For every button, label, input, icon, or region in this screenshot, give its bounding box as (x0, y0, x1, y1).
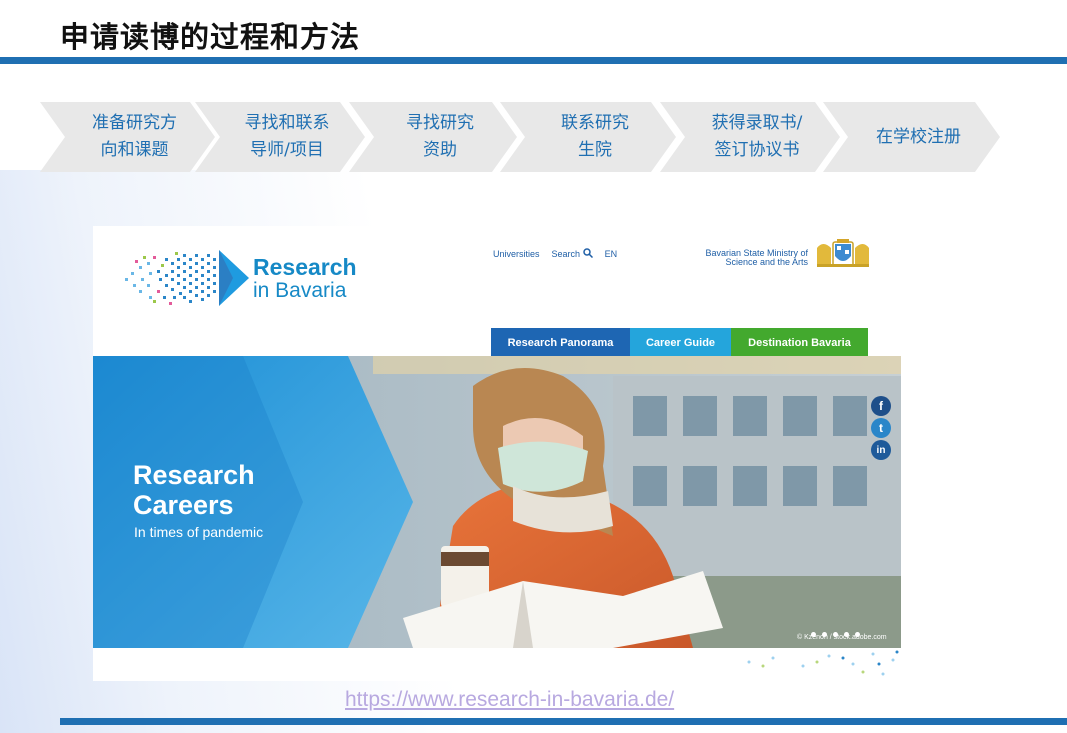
hero-subtitle: In times of pandemic (134, 524, 264, 540)
process-step-label: 准备研究方 向和课题 (92, 113, 177, 160)
nav-universities[interactable]: Universities (493, 249, 540, 259)
main-nav-tabs: Research Panorama Career Guide Destinati… (491, 328, 868, 358)
facebook-icon[interactable]: f (871, 396, 891, 416)
image-credit: © Kzenon / stock.adobe.com (797, 634, 887, 641)
process-step-2: 寻找和联系 导师/项目 (195, 102, 365, 172)
process-step-5: 获得录取书/ 签订协议书 (660, 102, 840, 172)
process-step-1: 准备研究方 向和课题 (40, 102, 215, 172)
tab-research-panorama[interactable]: Research Panorama (491, 328, 630, 358)
site-logo[interactable]: Research in Bavaria (253, 254, 357, 303)
process-step-6: 在学校注册 (823, 102, 1000, 172)
research-in-bavaria-logo-icon (125, 250, 249, 306)
hero-title-line-2: Careers (133, 490, 234, 520)
hero-title-line-1: Research (133, 460, 255, 490)
slide-title: 申请读博的过程和方法 (60, 20, 361, 54)
top-nav: Universities Search EN (493, 248, 617, 259)
social-links: f t in (871, 396, 893, 462)
process-step-label: 在学校注册 (876, 126, 961, 147)
logo-line-2: in Bavaria (253, 279, 347, 302)
process-step-label: 联系研究 生院 (561, 113, 629, 160)
ministry-line-2: Science and the Arts (725, 257, 808, 267)
decorative-dots (747, 650, 899, 676)
hero-banner[interactable]: Research Careers In times of pandemic f … (93, 356, 901, 648)
website-url-link[interactable]: https://www.research-in-bavaria.de/ (345, 688, 674, 712)
nav-language[interactable]: EN (605, 249, 618, 259)
process-step-3: 寻找研究 资助 (349, 102, 517, 172)
ministry-label[interactable]: Bavarian State Ministry of Science and t… (653, 249, 808, 267)
title-divider (0, 57, 1067, 64)
logo-line-1: Research (253, 254, 357, 280)
process-step-label: 寻找研究 资助 (406, 113, 474, 160)
twitter-icon[interactable]: t (871, 418, 891, 438)
hero-title: Research Careers (133, 460, 255, 520)
nav-search-label: Search (551, 249, 581, 259)
linkedin-icon[interactable]: in (871, 440, 891, 460)
process-step-label: 获得录取书/ 签订协议书 (711, 113, 803, 160)
bavarian-crest-icon (817, 239, 869, 267)
website-screenshot: Research in Bavaria Universities Search … (93, 226, 901, 681)
process-step-4: 联系研究 生院 (500, 102, 676, 172)
tab-career-guide[interactable]: Career Guide (630, 328, 731, 358)
tab-destination-bavaria[interactable]: Destination Bavaria (731, 328, 868, 358)
process-steps: 准备研究方 向和课题 寻找和联系 导师/项目 寻找研究 资助 联系研究 生院 获… (40, 102, 1000, 172)
search-icon (582, 248, 593, 259)
nav-search[interactable]: Search (552, 248, 593, 259)
process-step-label: 寻找和联系 导师/项目 (244, 113, 330, 160)
bottom-divider (60, 718, 1067, 725)
